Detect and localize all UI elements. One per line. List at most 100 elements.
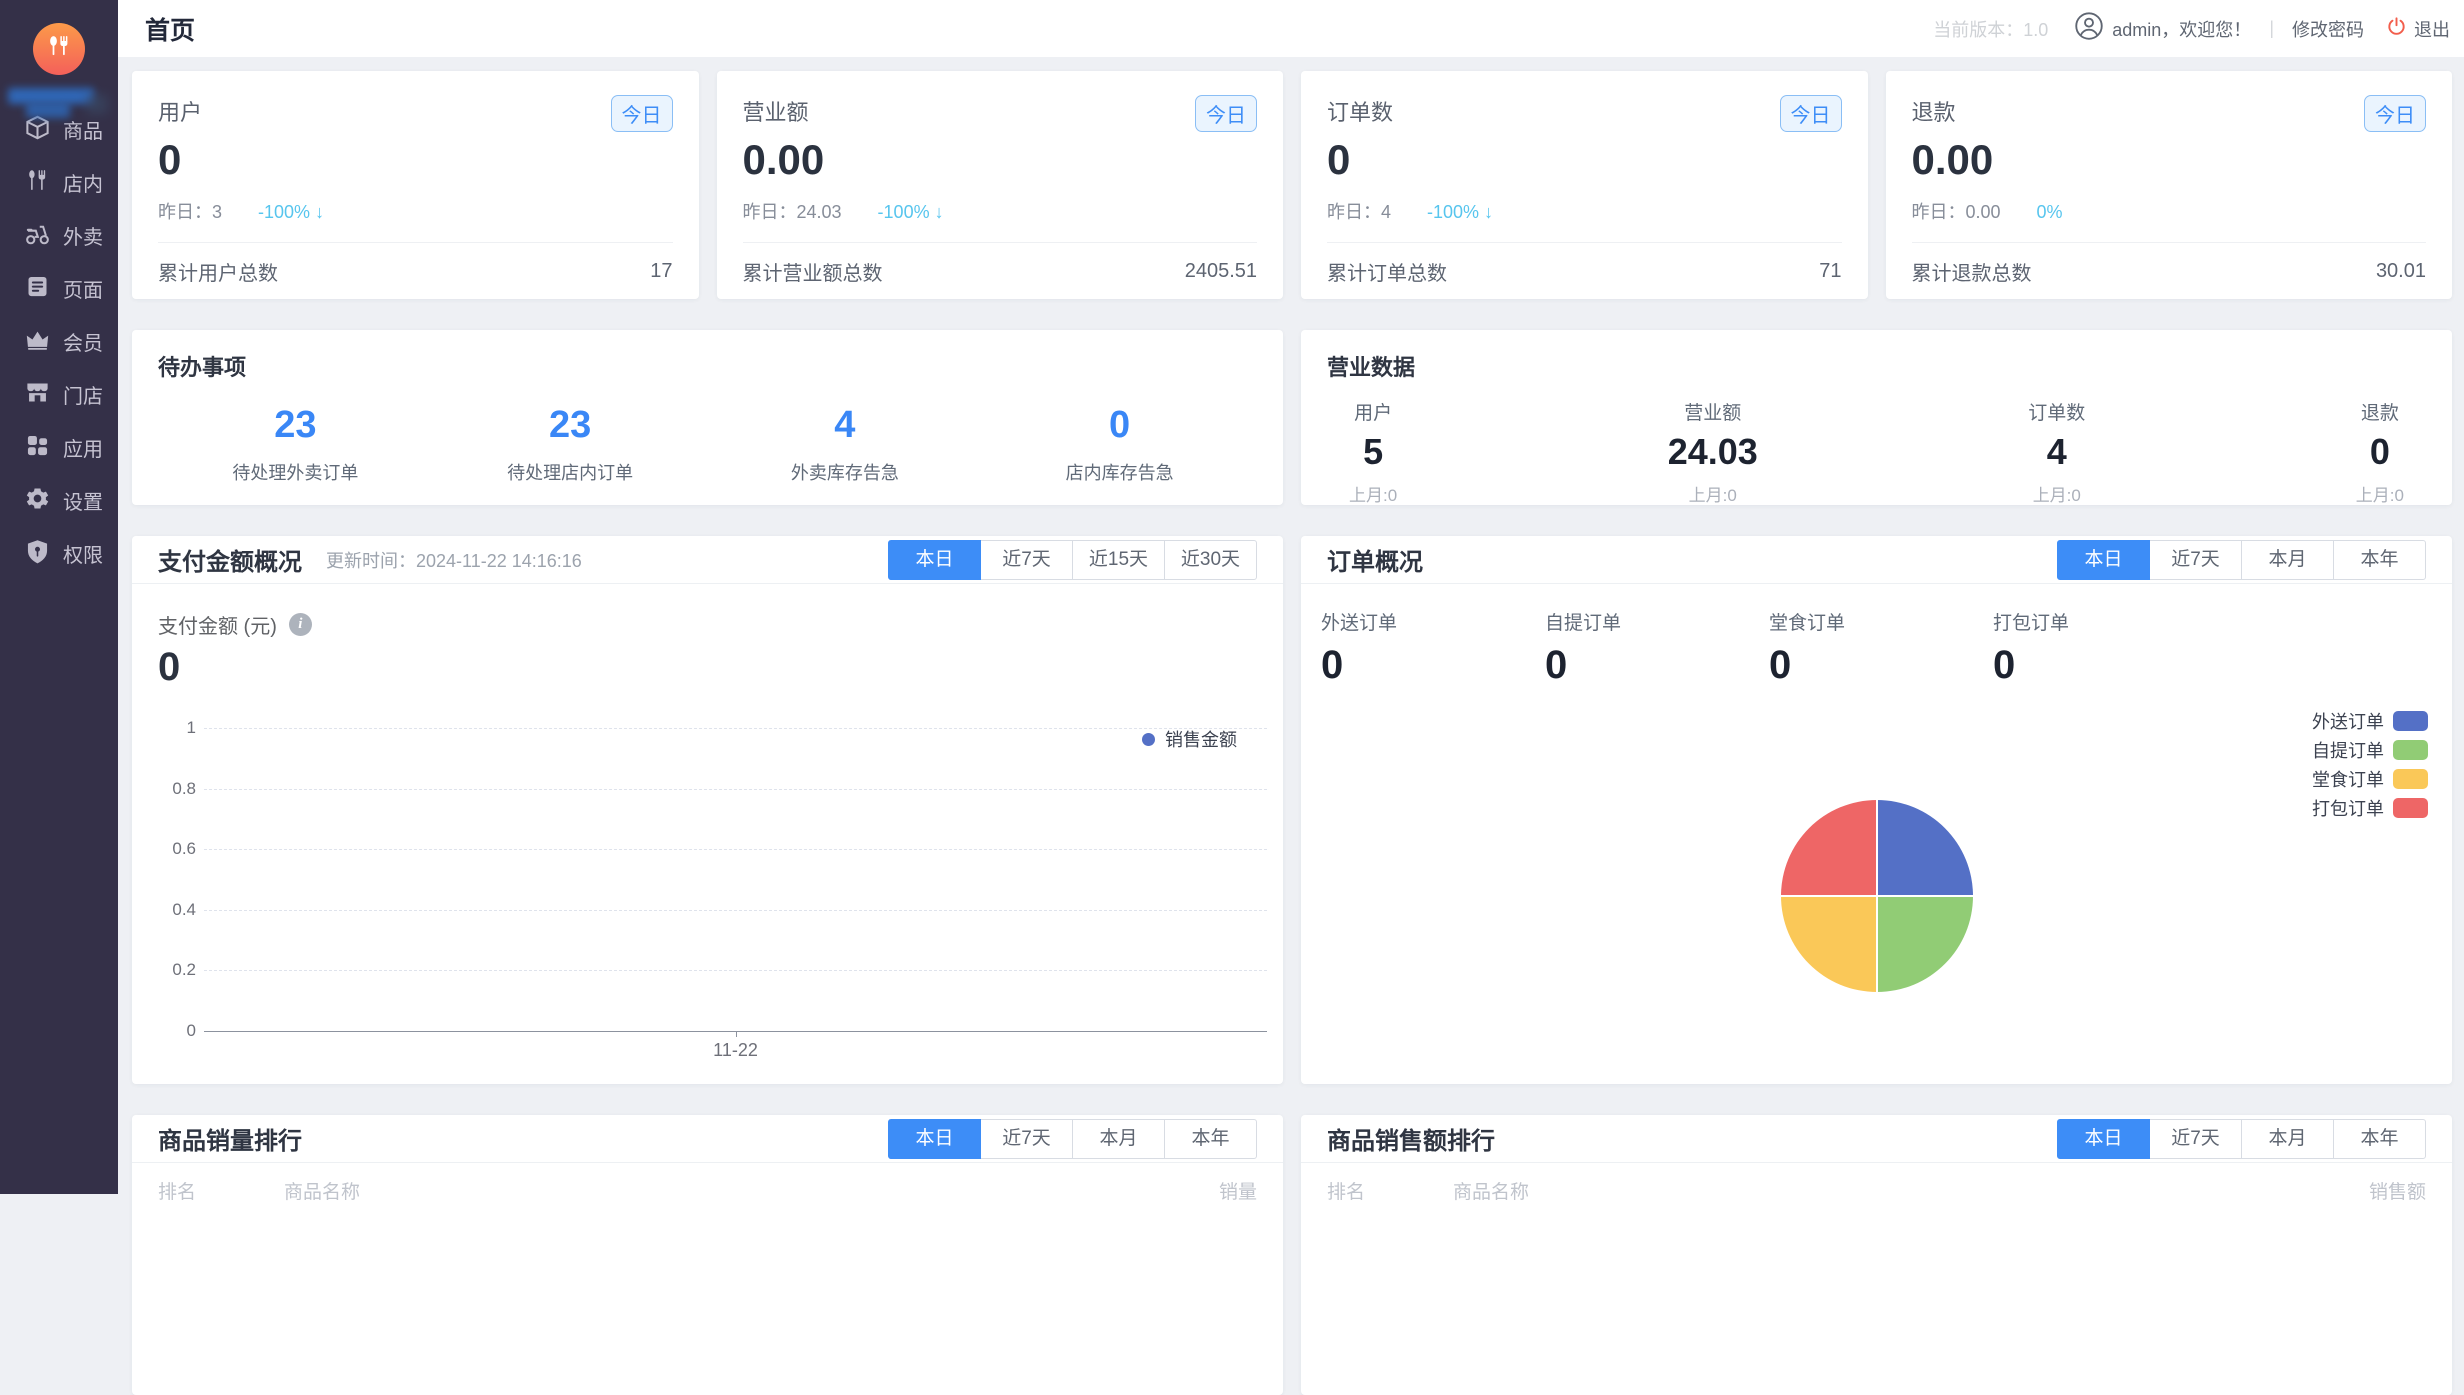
tab-today[interactable]: 本日 bbox=[888, 540, 981, 580]
legend-item-dinein[interactable]: 堂食订单 bbox=[2312, 764, 2428, 793]
payment-overview-card: 支付金额概况 更新时间：2024-11-22 14:16:16 本日 近7天 近… bbox=[132, 536, 1283, 1084]
stat-card-refunds: 退款 今日 0.00 昨日：0.000% 累计退款总数30.01 bbox=[1886, 71, 2453, 299]
chart-grid: 11-22 销售金额 bbox=[204, 728, 1267, 1031]
avatar-icon bbox=[2074, 11, 2112, 46]
tab-today[interactable]: 本日 bbox=[2057, 1119, 2150, 1159]
orders-range-tabs: 本日 近7天 本月 本年 bbox=[2057, 540, 2426, 580]
tab-month[interactable]: 本月 bbox=[2241, 1119, 2334, 1159]
col-revenue: 销售额 bbox=[2369, 1177, 2426, 1204]
tab-month[interactable]: 本月 bbox=[1072, 1119, 1165, 1159]
tab-15days[interactable]: 近15天 bbox=[1072, 540, 1165, 580]
order-type-pie[interactable] bbox=[1781, 800, 1973, 992]
welcome-text: admin，欢迎您！ bbox=[2112, 16, 2251, 42]
middle-row: 待办事项 23 待处理外卖订单 23 待处理店内订单 4 外卖库存告急 0 店内… bbox=[132, 330, 2452, 505]
stat-value: 0 bbox=[1327, 136, 1842, 184]
tab-today[interactable]: 本日 bbox=[888, 1119, 981, 1159]
stat-value: 0.00 bbox=[1912, 136, 2427, 184]
sidebar-item-instore[interactable]: 店内 bbox=[0, 156, 118, 209]
sidebar-item-permissions[interactable]: 权限 bbox=[0, 527, 118, 580]
app-logo[interactable] bbox=[33, 23, 85, 75]
tab-7days[interactable]: 近7天 bbox=[2149, 540, 2242, 580]
shield-icon bbox=[24, 538, 51, 570]
order-stat-dinein: 堂食订单 0 bbox=[1769, 608, 1993, 688]
sidebar-item-label: 权限 bbox=[63, 539, 103, 568]
legend-swatch bbox=[2393, 711, 2428, 731]
col-product-name: 商品名称 bbox=[284, 1177, 360, 1204]
down-arrow-icon: ↓ bbox=[315, 202, 324, 222]
todo-item-instore-orders[interactable]: 23 待处理店内订单 bbox=[433, 404, 708, 485]
sidebar-item-pages[interactable]: 页面 bbox=[0, 262, 118, 315]
header-separator: | bbox=[2269, 18, 2274, 39]
logout-label: 退出 bbox=[2414, 16, 2450, 42]
page-icon bbox=[24, 273, 51, 305]
orders-title: 订单概况 bbox=[1327, 542, 1423, 577]
x-axis-tick bbox=[736, 1031, 737, 1037]
stat-value: 0.00 bbox=[743, 136, 1258, 184]
tab-7days[interactable]: 近7天 bbox=[980, 1119, 1073, 1159]
tab-year[interactable]: 本年 bbox=[2333, 540, 2426, 580]
user-menu[interactable]: admin，欢迎您！ bbox=[2074, 11, 2251, 46]
stat-title: 营业额 bbox=[743, 95, 809, 127]
change-password-link[interactable]: 修改密码 bbox=[2292, 16, 2364, 42]
update-time: 更新时间：2024-11-22 14:16:16 bbox=[326, 547, 582, 573]
business-data-card: 营业数据 用户 5 上月:0 营业额 24.03 上月:0 订单数 4 上月:0 bbox=[1301, 330, 2452, 505]
tab-year[interactable]: 本年 bbox=[1164, 1119, 1257, 1159]
cutlery-icon bbox=[24, 167, 51, 199]
today-badge: 今日 bbox=[611, 95, 673, 132]
today-badge: 今日 bbox=[2364, 95, 2426, 132]
legend-label: 销售金额 bbox=[1165, 726, 1237, 752]
delta-value: -100% ↓ bbox=[258, 202, 324, 222]
payment-metric-value: 0 bbox=[132, 639, 1283, 690]
todo-item-instore-stock[interactable]: 0 店内库存告急 bbox=[982, 404, 1257, 485]
delta-value: 0% bbox=[2037, 202, 2063, 222]
tab-7days[interactable]: 近7天 bbox=[980, 540, 1073, 580]
todo-item-takeout-orders[interactable]: 23 待处理外卖订单 bbox=[158, 404, 433, 485]
tab-year[interactable]: 本年 bbox=[2333, 1119, 2426, 1159]
sidebar-item-settings[interactable]: 设置 bbox=[0, 474, 118, 527]
sidebar-item-apps[interactable]: 应用 bbox=[0, 421, 118, 474]
down-arrow-icon: ↓ bbox=[1484, 202, 1493, 222]
y-tick: 0.4 bbox=[158, 900, 196, 920]
header-right: 当前版本：1.0 admin，欢迎您！ | 修改密码 退出 bbox=[1933, 11, 2450, 46]
tab-30days[interactable]: 近30天 bbox=[1164, 540, 1257, 580]
legend-item-pickup[interactable]: 自提订单 bbox=[2312, 735, 2428, 764]
business-item-orders: 订单数 4 上月:0 bbox=[2028, 398, 2085, 506]
todo-item-takeout-stock[interactable]: 4 外卖库存告急 bbox=[708, 404, 983, 485]
order-stat-packed: 打包订单 0 bbox=[1993, 608, 2217, 688]
sidebar-item-label: 应用 bbox=[63, 433, 103, 462]
stat-title: 用户 bbox=[158, 95, 202, 127]
payment-range-tabs: 本日 近7天 近15天 近30天 bbox=[888, 540, 1257, 580]
footer-value: 30.01 bbox=[2376, 260, 2426, 283]
legend-item-delivery[interactable]: 外送订单 bbox=[2312, 706, 2428, 735]
y-tick: 0.2 bbox=[158, 960, 196, 980]
sidebar-item-members[interactable]: 会员 bbox=[0, 315, 118, 368]
sales-rank-tabs: 本日 近7天 本月 本年 bbox=[888, 1119, 1257, 1159]
tab-today[interactable]: 本日 bbox=[2057, 540, 2150, 580]
scooter-icon bbox=[24, 220, 51, 252]
logout-button[interactable]: 退出 bbox=[2386, 16, 2450, 42]
sidebar-item-label: 外卖 bbox=[63, 221, 103, 250]
todo-title: 待办事项 bbox=[158, 350, 1257, 382]
tab-7days[interactable]: 近7天 bbox=[2149, 1119, 2242, 1159]
delta-value: -100% ↓ bbox=[878, 202, 944, 222]
crown-icon bbox=[24, 326, 51, 358]
legend-item-packed[interactable]: 打包订单 bbox=[2312, 793, 2428, 822]
sidebar-item-label: 店内 bbox=[63, 168, 103, 197]
business-item-revenue: 营业额 24.03 上月:0 bbox=[1668, 398, 1758, 506]
sidebar-item-takeout[interactable]: 外卖 bbox=[0, 209, 118, 262]
revenue-rank-tabs: 本日 近7天 本月 本年 bbox=[2057, 1119, 2426, 1159]
col-rank: 排名 bbox=[158, 1177, 196, 1204]
footer-label: 累计用户总数 bbox=[158, 257, 278, 286]
sales-amount-legend[interactable]: 销售金额 bbox=[1142, 728, 1237, 750]
tab-month[interactable]: 本月 bbox=[2241, 540, 2334, 580]
col-sales: 销量 bbox=[1219, 1177, 1257, 1204]
footer-label: 累计营业额总数 bbox=[743, 257, 883, 286]
sidebar-item-stores[interactable]: 门店 bbox=[0, 368, 118, 421]
y-tick: 0.6 bbox=[158, 839, 196, 859]
product-sales-rank-card: 商品销量排行 本日 近7天 本月 本年 排名 商品名称 销量 bbox=[132, 1115, 1283, 1395]
footer-label: 累计订单总数 bbox=[1327, 257, 1447, 286]
stat-card-users: 用户 今日 0 昨日：3-100% ↓ 累计用户总数17 bbox=[132, 71, 699, 299]
info-icon[interactable]: i bbox=[289, 613, 312, 636]
rank-table-header: 排名 商品名称 销售额 bbox=[1301, 1177, 2452, 1204]
gear-icon bbox=[24, 485, 51, 517]
